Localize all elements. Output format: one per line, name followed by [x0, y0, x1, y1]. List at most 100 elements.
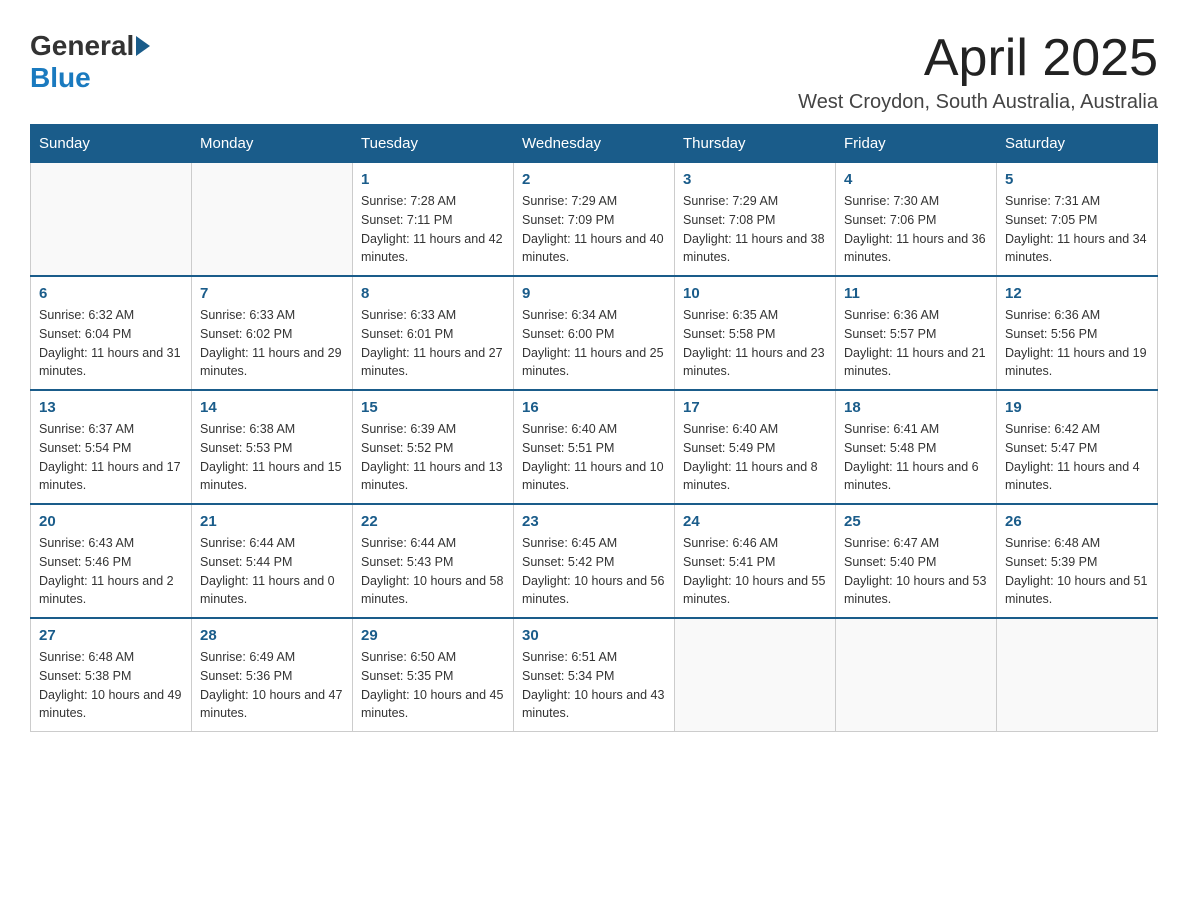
day-info: Sunrise: 6:44 AMSunset: 5:44 PMDaylight:… [200, 534, 344, 609]
day-info: Sunrise: 6:50 AMSunset: 5:35 PMDaylight:… [361, 648, 505, 723]
day-info: Sunrise: 6:51 AMSunset: 5:34 PMDaylight:… [522, 648, 666, 723]
day-number: 9 [522, 285, 666, 302]
day-number: 25 [844, 513, 988, 530]
calendar-day-cell [675, 618, 836, 732]
day-info: Sunrise: 6:35 AMSunset: 5:58 PMDaylight:… [683, 306, 827, 381]
weekday-header-monday: Monday [192, 125, 353, 163]
day-info: Sunrise: 6:36 AMSunset: 5:56 PMDaylight:… [1005, 306, 1149, 381]
calendar-day-cell: 27Sunrise: 6:48 AMSunset: 5:38 PMDayligh… [31, 618, 192, 732]
day-number: 19 [1005, 399, 1149, 416]
day-info: Sunrise: 6:37 AMSunset: 5:54 PMDaylight:… [39, 420, 183, 495]
day-number: 11 [844, 285, 988, 302]
weekday-header-tuesday: Tuesday [353, 125, 514, 163]
calendar-day-cell [836, 618, 997, 732]
day-number: 12 [1005, 285, 1149, 302]
day-number: 30 [522, 627, 666, 644]
day-info: Sunrise: 6:45 AMSunset: 5:42 PMDaylight:… [522, 534, 666, 609]
day-number: 7 [200, 285, 344, 302]
day-info: Sunrise: 6:40 AMSunset: 5:49 PMDaylight:… [683, 420, 827, 495]
weekday-header-wednesday: Wednesday [514, 125, 675, 163]
calendar-day-cell: 9 Sunrise: 6:34 AMSunset: 6:00 PMDaylight… [514, 276, 675, 390]
day-info: Sunrise: 6:32 AMSunset: 6:04 PMDaylight:… [39, 306, 183, 381]
day-info: Sunrise: 7:30 AMSunset: 7:06 PMDaylight:… [844, 192, 988, 267]
calendar-day-cell: 22 Sunrise: 6:44 AMSunset: 5:43 PMDayligh… [353, 504, 514, 618]
day-number: 13 [39, 399, 183, 416]
day-info: Sunrise: 6:34 AMSunset: 6:00 PMDaylight:… [522, 306, 666, 381]
day-number: 5 [1005, 171, 1149, 188]
calendar-day-cell: 28Sunrise: 6:49 AMSunset: 5:36 PMDayligh… [192, 618, 353, 732]
logo: General Blue [30, 30, 152, 94]
calendar-day-cell: 4 Sunrise: 7:30 AMSunset: 7:06 PMDaylight… [836, 163, 997, 277]
day-info: Sunrise: 6:42 AMSunset: 5:47 PMDaylight:… [1005, 420, 1149, 495]
day-number: 2 [522, 171, 666, 188]
calendar-day-cell: 21 Sunrise: 6:44 AMSunset: 5:44 PMDayligh… [192, 504, 353, 618]
day-info: Sunrise: 7:29 AMSunset: 7:08 PMDaylight:… [683, 192, 827, 267]
calendar-week-row: 13 Sunrise: 6:37 AMSunset: 5:54 PMDayligh… [31, 390, 1158, 504]
day-info: Sunrise: 6:33 AMSunset: 6:02 PMDaylight:… [200, 306, 344, 381]
calendar-week-row: 6 Sunrise: 6:32 AMSunset: 6:04 PMDaylight… [31, 276, 1158, 390]
calendar-day-cell: 6 Sunrise: 6:32 AMSunset: 6:04 PMDaylight… [31, 276, 192, 390]
day-number: 1 [361, 171, 505, 188]
calendar-day-cell: 5 Sunrise: 7:31 AMSunset: 7:05 PMDaylight… [997, 163, 1158, 277]
calendar-day-cell: 15 Sunrise: 6:39 AMSunset: 5:52 PMDayligh… [353, 390, 514, 504]
calendar-day-cell: 30 Sunrise: 6:51 AMSunset: 5:34 PMDayligh… [514, 618, 675, 732]
calendar-day-cell: 25 Sunrise: 6:47 AMSunset: 5:40 PMDayligh… [836, 504, 997, 618]
logo-general-text: General [30, 30, 134, 62]
day-number: 21 [200, 513, 344, 530]
day-info: Sunrise: 6:43 AMSunset: 5:46 PMDaylight:… [39, 534, 183, 609]
weekday-header-row: SundayMondayTuesdayWednesdayThursdayFrid… [31, 125, 1158, 163]
day-info: Sunrise: 6:47 AMSunset: 5:40 PMDaylight:… [844, 534, 988, 609]
calendar-day-cell: 3 Sunrise: 7:29 AMSunset: 7:08 PMDaylight… [675, 163, 836, 277]
weekday-header-friday: Friday [836, 125, 997, 163]
page-header: General Blue April 2025 West Croydon, So… [30, 30, 1158, 114]
day-number: 10 [683, 285, 827, 302]
calendar-day-cell: 14Sunrise: 6:38 AMSunset: 5:53 PMDayligh… [192, 390, 353, 504]
calendar-table: SundayMondayTuesdayWednesdayThursdayFrid… [30, 124, 1158, 732]
day-info: Sunrise: 7:29 AMSunset: 7:09 PMDaylight:… [522, 192, 666, 267]
logo-arrow-icon [136, 36, 150, 56]
calendar-day-cell: 20Sunrise: 6:43 AMSunset: 5:46 PMDayligh… [31, 504, 192, 618]
day-info: Sunrise: 7:31 AMSunset: 7:05 PMDaylight:… [1005, 192, 1149, 267]
day-number: 4 [844, 171, 988, 188]
calendar-day-cell: 16Sunrise: 6:40 AMSunset: 5:51 PMDayligh… [514, 390, 675, 504]
day-info: Sunrise: 6:39 AMSunset: 5:52 PMDaylight:… [361, 420, 505, 495]
calendar-day-cell: 23 Sunrise: 6:45 AMSunset: 5:42 PMDayligh… [514, 504, 675, 618]
day-info: Sunrise: 6:46 AMSunset: 5:41 PMDaylight:… [683, 534, 827, 609]
day-number: 6 [39, 285, 183, 302]
calendar-day-cell: 8 Sunrise: 6:33 AMSunset: 6:01 PMDaylight… [353, 276, 514, 390]
title-block: April 2025 West Croydon, South Australia… [798, 30, 1158, 114]
day-number: 8 [361, 285, 505, 302]
day-number: 29 [361, 627, 505, 644]
location-subtitle: West Croydon, South Australia, Australia [798, 91, 1158, 114]
calendar-day-cell: 10 Sunrise: 6:35 AMSunset: 5:58 PMDayligh… [675, 276, 836, 390]
day-number: 16 [522, 399, 666, 416]
calendar-day-cell: 17 Sunrise: 6:40 AMSunset: 5:49 PMDayligh… [675, 390, 836, 504]
day-info: Sunrise: 6:48 AMSunset: 5:38 PMDaylight:… [39, 648, 183, 723]
day-number: 22 [361, 513, 505, 530]
logo-blue-text: Blue [30, 62, 91, 93]
day-info: Sunrise: 6:48 AMSunset: 5:39 PMDaylight:… [1005, 534, 1149, 609]
calendar-day-cell [192, 163, 353, 277]
day-number: 3 [683, 171, 827, 188]
month-title: April 2025 [798, 30, 1158, 87]
day-info: Sunrise: 6:49 AMSunset: 5:36 PMDaylight:… [200, 648, 344, 723]
day-number: 15 [361, 399, 505, 416]
day-info: Sunrise: 6:44 AMSunset: 5:43 PMDaylight:… [361, 534, 505, 609]
calendar-day-cell: 13 Sunrise: 6:37 AMSunset: 5:54 PMDayligh… [31, 390, 192, 504]
calendar-week-row: 20Sunrise: 6:43 AMSunset: 5:46 PMDayligh… [31, 504, 1158, 618]
calendar-day-cell: 19 Sunrise: 6:42 AMSunset: 5:47 PMDayligh… [997, 390, 1158, 504]
day-info: Sunrise: 6:38 AMSunset: 5:53 PMDaylight:… [200, 420, 344, 495]
day-number: 23 [522, 513, 666, 530]
calendar-day-cell: 1Sunrise: 7:28 AMSunset: 7:11 PMDaylight… [353, 163, 514, 277]
calendar-day-cell: 26 Sunrise: 6:48 AMSunset: 5:39 PMDayligh… [997, 504, 1158, 618]
day-number: 17 [683, 399, 827, 416]
calendar-week-row: 1Sunrise: 7:28 AMSunset: 7:11 PMDaylight… [31, 163, 1158, 277]
day-number: 26 [1005, 513, 1149, 530]
day-info: Sunrise: 6:33 AMSunset: 6:01 PMDaylight:… [361, 306, 505, 381]
calendar-day-cell: 2 Sunrise: 7:29 AMSunset: 7:09 PMDaylight… [514, 163, 675, 277]
calendar-day-cell: 18Sunrise: 6:41 AMSunset: 5:48 PMDayligh… [836, 390, 997, 504]
weekday-header-saturday: Saturday [997, 125, 1158, 163]
calendar-day-cell: 11Sunrise: 6:36 AMSunset: 5:57 PMDayligh… [836, 276, 997, 390]
day-number: 18 [844, 399, 988, 416]
calendar-day-cell [997, 618, 1158, 732]
